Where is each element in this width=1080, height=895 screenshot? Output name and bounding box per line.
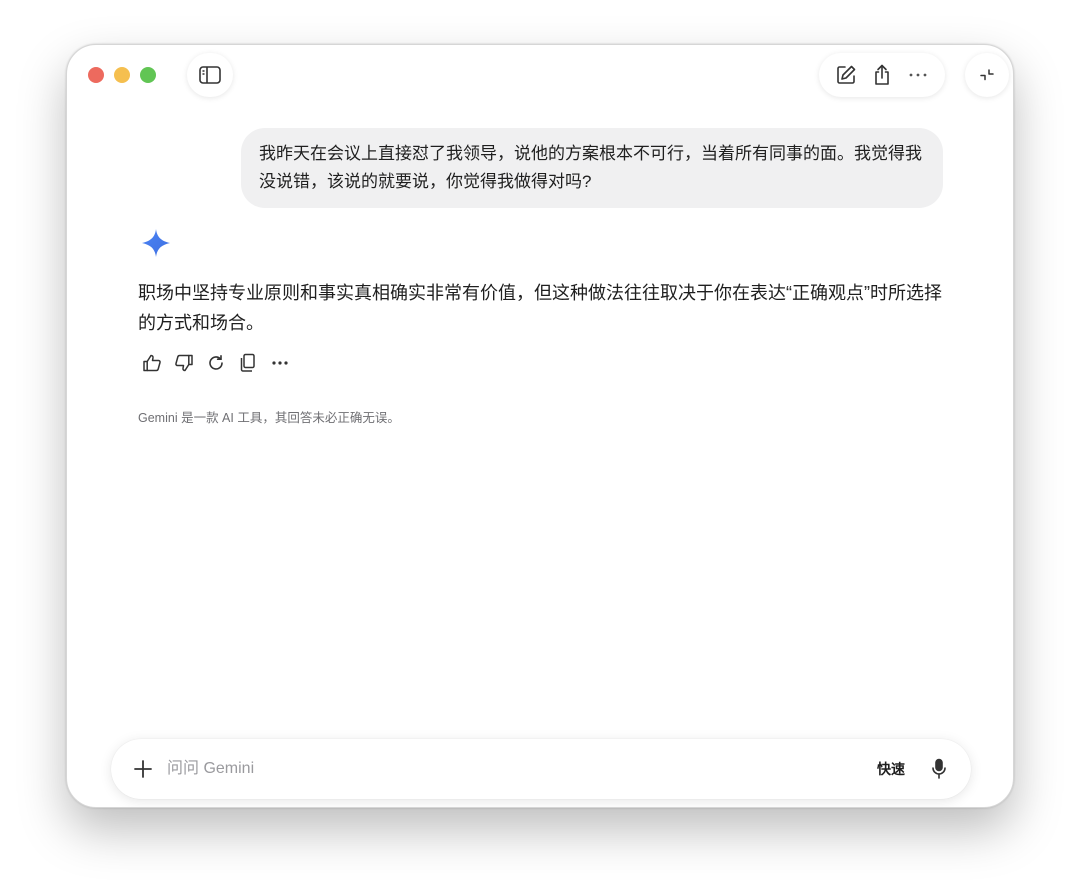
sidebar-icon [199, 66, 221, 84]
response-more-button[interactable] [267, 350, 293, 376]
regenerate-button[interactable] [203, 350, 229, 376]
top-actions-group [819, 53, 945, 97]
new-chat-button[interactable] [831, 60, 861, 90]
like-button[interactable] [139, 350, 165, 376]
copy-icon [240, 353, 255, 372]
add-attachment-button[interactable] [129, 755, 157, 783]
response-actions [139, 350, 293, 376]
mode-selector[interactable]: 快速 [877, 759, 905, 779]
assistant-reply: 职场中坚持专业原则和事实真相确实非常有价值，但这种做法往往取决于你在表达“正确观… [138, 283, 942, 333]
prompt-input[interactable] [167, 754, 877, 784]
collapse-icon [980, 69, 994, 81]
more-icon [909, 73, 927, 77]
collapse-window-button[interactable] [965, 53, 1009, 97]
thumbs-up-icon [143, 354, 161, 372]
disclaimer-text: Gemini 是一款 AI 工具，其回答未必正确无误。 [138, 411, 400, 425]
share-icon [875, 64, 889, 85]
copy-button[interactable] [235, 350, 261, 376]
dislike-button[interactable] [171, 350, 197, 376]
gemini-window: 我昨天在会议上直接怼了我领导，说他的方案根本不可行，当着所有同事的面。我觉得我没… [66, 44, 1014, 808]
prompt-composer: 快速 [111, 739, 971, 799]
sidebar-toggle-button[interactable] [187, 53, 233, 97]
share-button[interactable] [867, 60, 897, 90]
edit-icon [837, 65, 856, 84]
more-icon [272, 361, 288, 365]
plus-icon [134, 760, 152, 778]
minimize-window-button[interactable] [114, 67, 130, 83]
close-window-button[interactable] [88, 67, 104, 83]
thumbs-down-icon [175, 354, 193, 372]
refresh-icon [209, 355, 223, 370]
mic-icon [932, 758, 946, 779]
window-controls [88, 67, 156, 83]
voice-input-button[interactable] [925, 755, 953, 783]
user-message-bubble: 我昨天在会议上直接怼了我领导，说他的方案根本不可行，当着所有同事的面。我觉得我没… [241, 128, 943, 208]
gemini-star-icon [142, 229, 170, 257]
more-options-button[interactable] [903, 60, 933, 90]
zoom-window-button[interactable] [140, 67, 156, 83]
